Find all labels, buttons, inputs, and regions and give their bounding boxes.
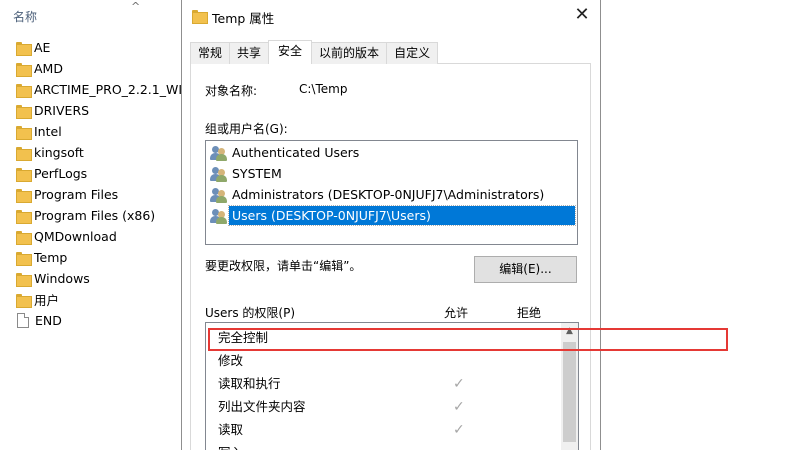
users-group-icon xyxy=(210,166,229,182)
deny-column-header: 拒绝 xyxy=(517,306,542,320)
folder-item[interactable]: AE xyxy=(0,37,182,58)
permission-write: 写入 xyxy=(218,442,243,450)
folder-name: 用户 xyxy=(34,293,60,308)
permission-read: 读取 xyxy=(218,422,244,437)
folder-name: AE xyxy=(34,40,51,55)
folder-name: QMDownload xyxy=(34,229,117,244)
folder-icon xyxy=(16,209,32,224)
file-icon xyxy=(17,313,29,328)
folder-name: Windows xyxy=(34,271,90,286)
allow-column-header: 允许 xyxy=(444,306,469,320)
folder-item[interactable]: Program Files xyxy=(0,184,182,205)
tab-general[interactable]: 常规 xyxy=(190,42,231,64)
column-header-name[interactable]: 名称 xyxy=(13,8,37,25)
permissions-label: Users 的权限(P) xyxy=(205,306,296,320)
folder-name: ARCTIME_PRO_2.2.1_WIN xyxy=(34,82,182,97)
file-name: END xyxy=(35,313,62,328)
file-list: AE AMD ARCTIME_PRO_2.2.1_WIN DRIVERS Int… xyxy=(0,37,182,331)
permission-modify: 修改 xyxy=(218,353,244,368)
object-name-label: 对象名称: xyxy=(205,84,258,98)
tab-sharing[interactable]: 共享 xyxy=(229,42,270,64)
folder-name: AMD xyxy=(34,61,63,76)
folder-item[interactable]: kingsoft xyxy=(0,142,182,163)
group-item-administrators[interactable]: Administrators (DESKTOP-0NJUFJ7\Administ… xyxy=(210,185,547,204)
group-name: SYSTEM xyxy=(232,166,282,181)
tab-strip: 常规 共享 安全 以前的版本 自定义 xyxy=(190,40,439,64)
tab-security[interactable]: 安全 xyxy=(268,40,313,64)
close-button[interactable]: ✕ xyxy=(570,4,594,26)
group-list[interactable]: Authenticated Users SYSTEM Administrator… xyxy=(205,140,578,245)
permission-read-execute: 读取和执行 xyxy=(218,376,281,391)
properties-dialog: Temp 属性 ✕ 常规 共享 安全 以前的版本 自定义 对象名称: C:\Te… xyxy=(181,0,728,450)
folder-item[interactable]: Program Files (x86) xyxy=(0,205,182,226)
folder-name: kingsoft xyxy=(34,145,84,160)
allow-check-icon: ✓ xyxy=(453,376,465,392)
folder-name: Program Files xyxy=(34,187,119,202)
tab-customize[interactable]: 自定义 xyxy=(386,42,439,64)
object-name-value: C:\Temp xyxy=(299,82,348,96)
folder-icon xyxy=(16,62,32,77)
folder-name: PerfLogs xyxy=(34,166,88,181)
folder-icon xyxy=(192,9,208,24)
allow-check-icon: ✓ xyxy=(453,422,465,438)
folder-icon xyxy=(16,125,32,140)
file-item[interactable]: END xyxy=(0,310,182,331)
folder-icon xyxy=(16,293,32,308)
explorer-pane: 名称 ^ AE AMD ARCTIME_PRO_2.2.1_WIN DRIVER… xyxy=(0,0,182,450)
folder-name: DRIVERS xyxy=(34,103,90,118)
close-icon: ✕ xyxy=(574,4,590,25)
group-name: Users (DESKTOP-0NJUFJ7\Users) xyxy=(228,205,576,226)
users-group-icon xyxy=(210,187,229,203)
folder-item[interactable]: Intel xyxy=(0,121,182,142)
highlight-box xyxy=(208,328,728,351)
edit-button[interactable]: 编辑(E)... xyxy=(474,256,577,283)
folder-icon xyxy=(16,167,32,182)
allow-check-icon: ✓ xyxy=(453,399,465,415)
folder-icon xyxy=(16,272,32,287)
folder-item[interactable]: PerfLogs xyxy=(0,163,182,184)
group-name: Administrators (DESKTOP-0NJUFJ7\Administ… xyxy=(232,187,545,202)
title-bar[interactable]: Temp 属性 ✕ xyxy=(182,0,600,32)
group-name: Authenticated Users xyxy=(232,145,360,160)
folder-name: Temp xyxy=(34,250,68,265)
dialog-title: Temp 属性 xyxy=(212,11,275,26)
scroll-thumb[interactable] xyxy=(563,342,576,442)
folder-name: Intel xyxy=(34,124,62,139)
folder-icon xyxy=(16,41,32,56)
folder-icon xyxy=(16,104,32,119)
folder-item[interactable]: QMDownload xyxy=(0,226,182,247)
folder-item[interactable]: Temp xyxy=(0,247,182,268)
folder-icon xyxy=(16,230,32,245)
folder-item[interactable]: DRIVERS xyxy=(0,100,182,121)
folder-icon xyxy=(16,83,32,98)
change-permissions-hint: 要更改权限，请单击“编辑”。 xyxy=(205,259,362,273)
folder-item[interactable]: 用户 xyxy=(0,289,182,310)
group-item-system[interactable]: SYSTEM xyxy=(210,164,285,183)
users-group-icon xyxy=(210,145,229,161)
group-list-label: 组或用户名(G): xyxy=(205,122,288,136)
users-group-icon xyxy=(210,208,229,224)
sort-ascending-icon: ^ xyxy=(131,0,141,13)
folder-item[interactable]: ARCTIME_PRO_2.2.1_WIN xyxy=(0,79,182,100)
permission-list-folder-contents: 列出文件夹内容 xyxy=(218,399,306,414)
folder-icon xyxy=(16,146,32,161)
folder-name: Program Files (x86) xyxy=(34,208,156,223)
folder-item[interactable]: Windows xyxy=(0,268,182,289)
folder-icon xyxy=(16,188,32,203)
folder-icon xyxy=(16,251,32,266)
tab-previous-versions[interactable]: 以前的版本 xyxy=(311,42,388,64)
folder-item[interactable]: AMD xyxy=(0,58,182,79)
group-item-users[interactable]: Users (DESKTOP-0NJUFJ7\Users) xyxy=(210,205,576,226)
group-item-authenticated-users[interactable]: Authenticated Users xyxy=(210,143,362,162)
